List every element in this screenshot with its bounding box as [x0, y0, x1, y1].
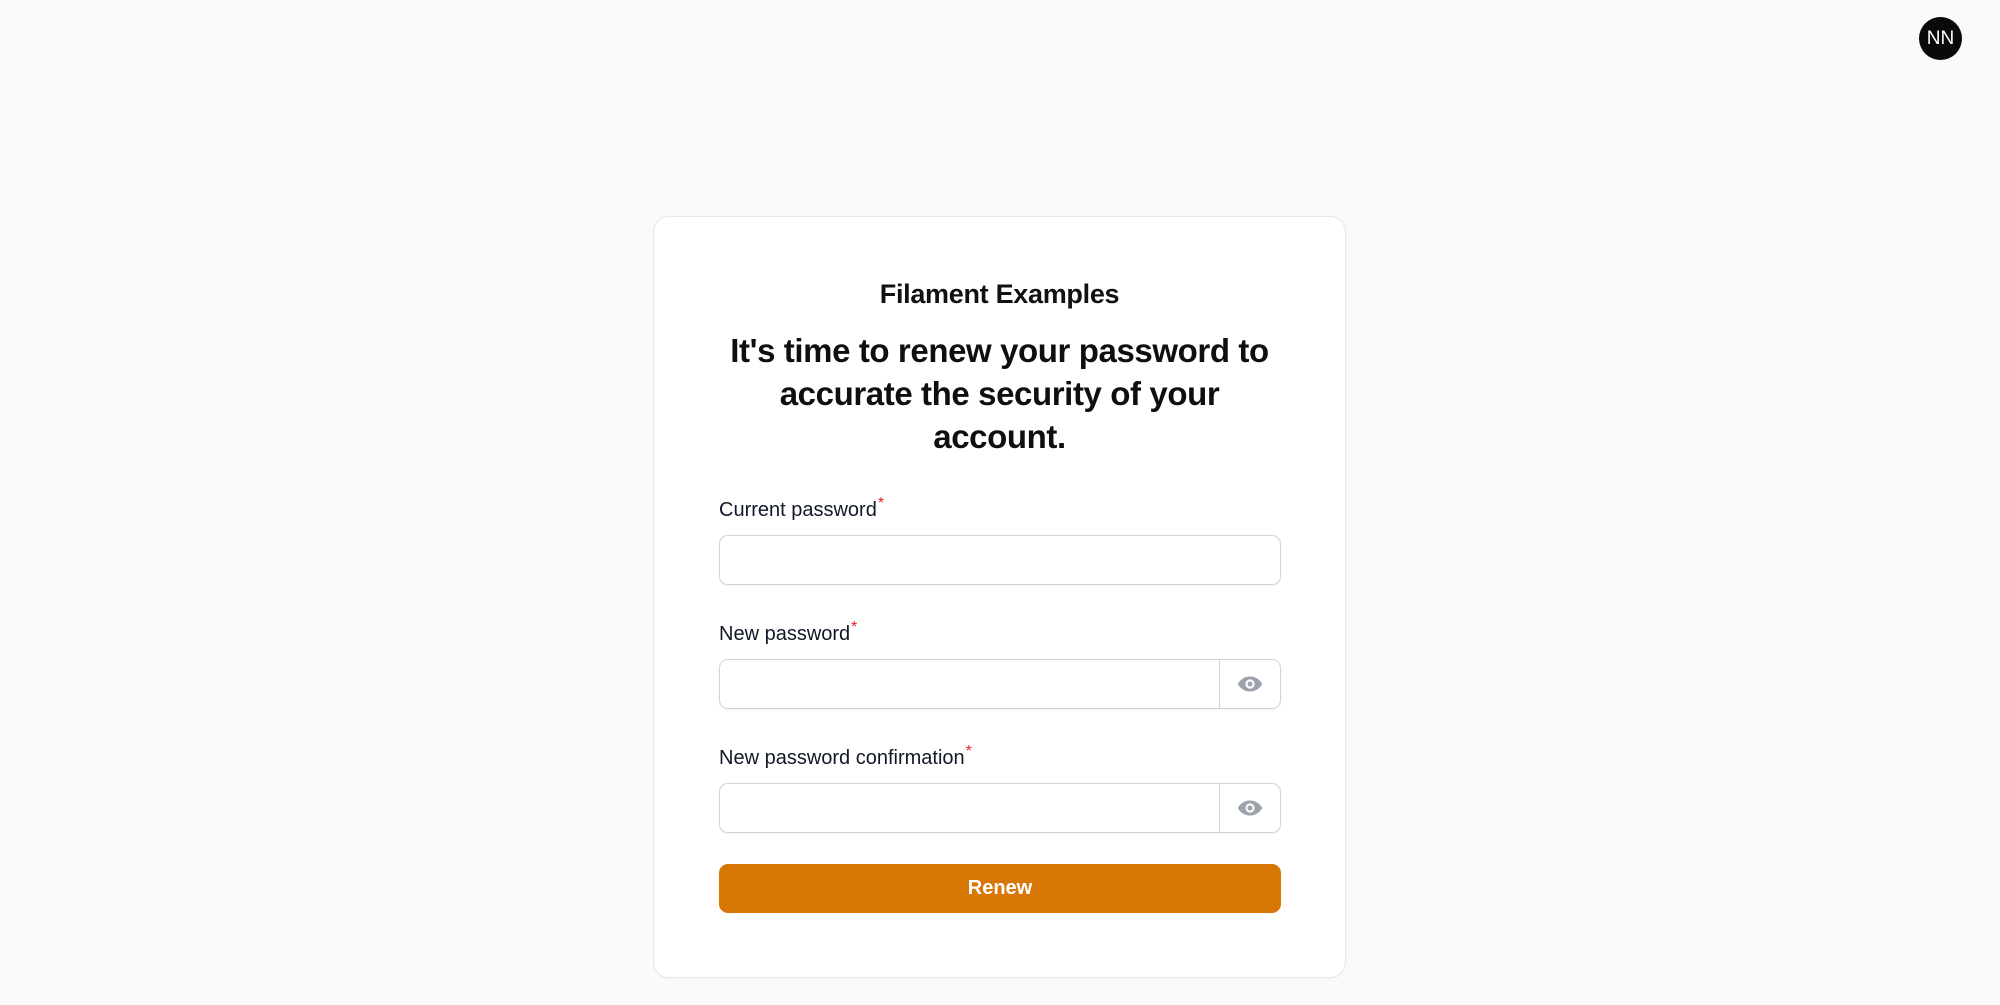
new-password-field [719, 659, 1281, 709]
current-password-label-text: Current password [719, 499, 877, 521]
user-avatar[interactable]: NN [1919, 17, 1962, 60]
required-asterisk: * [851, 619, 858, 636]
eye-icon [1237, 800, 1263, 816]
required-asterisk: * [877, 495, 885, 512]
page-heading: It's time to renew your password to accu… [730, 332, 1269, 455]
new-password-confirmation-label: New password confirmation* [719, 743, 972, 770]
current-password-label: Current password* [719, 495, 884, 522]
required-asterisk: * [965, 743, 972, 760]
password-renew-card: Filament Examples It's time to renew you… [653, 216, 1346, 978]
user-initials: NN [1926, 27, 1955, 49]
new-password-confirmation-input[interactable] [720, 784, 1219, 832]
show-new-password-button[interactable] [1219, 660, 1280, 708]
current-password-input[interactable] [720, 536, 1280, 584]
brand-title: Filament Examples [879, 279, 1120, 309]
renew-button[interactable]: Renew [719, 864, 1281, 913]
new-password-confirmation-label-text: New password confirmation [719, 747, 965, 769]
eye-icon [1237, 676, 1263, 692]
show-password-confirmation-button[interactable] [1219, 784, 1280, 832]
new-password-input[interactable] [720, 660, 1219, 708]
new-password-label: New password* [719, 619, 857, 646]
current-password-field [719, 535, 1281, 585]
new-password-label-text: New password [719, 623, 851, 645]
new-password-confirmation-field [719, 783, 1281, 833]
